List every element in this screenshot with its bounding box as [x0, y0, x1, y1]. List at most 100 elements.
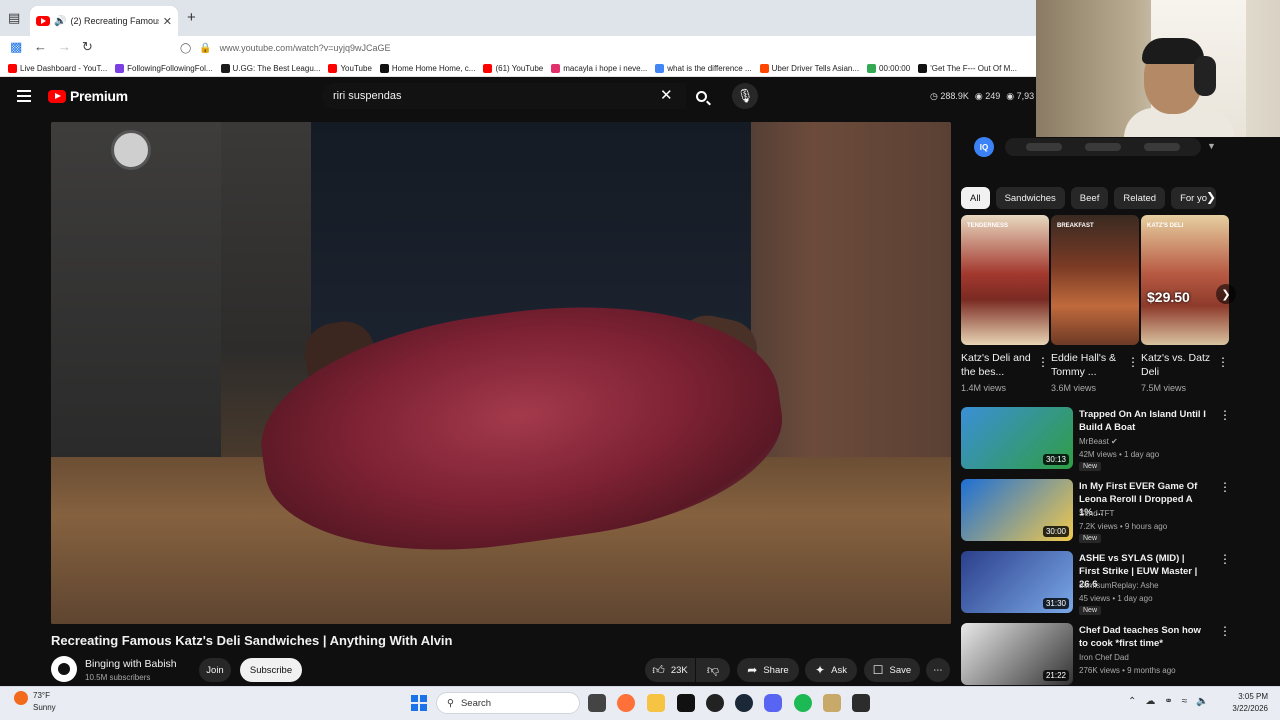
- video-thumbnail[interactable]: 21:22: [961, 623, 1073, 685]
- app-icon[interactable]: [823, 694, 841, 712]
- short-card[interactable]: BREAKFAST Eddie Hall's & Tommy ... 3.6M vi…: [1051, 215, 1139, 393]
- search-input[interactable]: riri suspendas: [322, 83, 686, 109]
- discord-icon[interactable]: [764, 694, 782, 712]
- save-button[interactable]: ☐ Save: [864, 658, 920, 682]
- subscribe-button[interactable]: Subscribe: [240, 658, 302, 682]
- bookmark-item[interactable]: (61) YouTube: [483, 63, 543, 73]
- bookmark-item[interactable]: 00:00:00: [867, 63, 910, 73]
- video-thumbnail[interactable]: 30:00: [961, 479, 1073, 541]
- share-button[interactable]: ➦ Share: [737, 658, 799, 682]
- video-thumbnail[interactable]: 30:13: [961, 407, 1073, 469]
- back-icon[interactable]: ←: [34, 39, 47, 54]
- video-title[interactable]: Chef Dad teaches Son how to cook *first …: [1079, 624, 1207, 650]
- short-thumbnail[interactable]: BREAKFAST: [1051, 215, 1139, 345]
- bookmark-item[interactable]: Live Dashboard - YouT...: [8, 63, 107, 73]
- speaker-icon[interactable]: 🔊: [54, 16, 66, 27]
- filter-chip[interactable]: Beef: [1070, 187, 1109, 209]
- like-button[interactable]: 👍︎ 23K: [645, 658, 695, 682]
- volume-icon[interactable]: 🔈: [1196, 696, 1208, 707]
- windows-start-icon[interactable]: [411, 695, 427, 711]
- bookmark-item[interactable]: U.GG: The Best Leagu...: [220, 63, 320, 73]
- youtube-premium-logo[interactable]: Premium: [48, 88, 128, 104]
- tracking-shield-icon[interactable]: ◯: [180, 43, 191, 54]
- bookmark-item[interactable]: YouTube: [328, 63, 372, 73]
- active-tab[interactable]: 🔊 (2) Recreating Famous Katz ✕: [30, 6, 178, 36]
- weather-temperature[interactable]: 73°F: [33, 691, 50, 700]
- video-menu-icon[interactable]: ⋮: [1219, 480, 1231, 494]
- recommended-video[interactable]: 31:30 ASHE vs SYLAS (MID) | First Strike …: [961, 551, 1231, 617]
- bookmark-item[interactable]: Home Home Home, c...: [379, 63, 475, 73]
- short-menu-icon[interactable]: ⋮: [1217, 355, 1229, 369]
- bookmark-item[interactable]: FollowingFollowingFol...: [115, 63, 213, 73]
- address-bar[interactable]: ◯ 🔒 www.youtube.com/watch?v=uyjq9wJCaGE: [180, 38, 1030, 58]
- weather-description[interactable]: Sunny: [33, 703, 56, 712]
- video-channel[interactable]: Iron Chef Dad: [1079, 653, 1129, 662]
- new-tab-icon[interactable]: +: [187, 9, 196, 26]
- extension-tabs[interactable]: [1005, 138, 1201, 156]
- short-title[interactable]: Eddie Hall's & Tommy ...: [1051, 351, 1123, 379]
- short-title[interactable]: Katz's Deli and the bes...: [961, 351, 1033, 379]
- short-menu-icon[interactable]: ⋮: [1037, 355, 1049, 369]
- chevron-down-icon[interactable]: ▼: [1207, 141, 1216, 151]
- x-app-icon[interactable]: [677, 694, 695, 712]
- short-thumbnail[interactable]: KATZ'S DELI $29.50: [1141, 215, 1229, 345]
- dislike-button[interactable]: 👎︎: [696, 658, 730, 682]
- short-card[interactable]: TENDERNESS Katz's Deli and the bes... 1.4M…: [961, 215, 1049, 393]
- taskbar-search[interactable]: ⚲ Search: [436, 692, 580, 714]
- video-channel[interactable]: domisumReplay: Ashe: [1079, 581, 1159, 590]
- sidebar-toggle-icon[interactable]: ▩: [10, 39, 22, 55]
- spotify-icon[interactable]: [794, 694, 812, 712]
- video-menu-icon[interactable]: ⋮: [1219, 624, 1231, 638]
- join-button[interactable]: Join: [199, 658, 231, 682]
- video-player[interactable]: [51, 122, 951, 624]
- wifi-icon[interactable]: ≈: [1182, 696, 1188, 707]
- weather-icon[interactable]: [14, 691, 28, 705]
- video-thumbnail[interactable]: 31:30: [961, 551, 1073, 613]
- chevron-up-icon[interactable]: ⌃: [1128, 696, 1136, 707]
- filter-chip[interactable]: Sandwiches: [995, 187, 1065, 209]
- channel-avatar[interactable]: [51, 656, 77, 682]
- search-button[interactable]: [686, 83, 716, 109]
- recommended-video[interactable]: 21:22 Chef Dad teaches Son how to cook *f…: [961, 623, 1231, 689]
- filter-chip[interactable]: Related: [1114, 187, 1166, 209]
- video-channel[interactable]: Send TFT: [1079, 509, 1114, 518]
- more-actions-button[interactable]: ⋯: [926, 658, 950, 682]
- short-menu-icon[interactable]: ⋮: [1127, 355, 1139, 369]
- video-menu-icon[interactable]: ⋮: [1219, 408, 1231, 422]
- short-card[interactable]: KATZ'S DELI $29.50 Katz's vs. Datz Deli 7.5…: [1141, 215, 1229, 393]
- bookmark-item[interactable]: Uber Driver Tells Asian...: [759, 63, 859, 73]
- video-menu-icon[interactable]: ⋮: [1219, 552, 1231, 566]
- filter-chip[interactable]: All: [961, 187, 990, 209]
- chips-next-icon[interactable]: ❯: [1206, 190, 1216, 204]
- recommended-video[interactable]: 30:00 In My First EVER Game Of Leona Rero…: [961, 479, 1231, 545]
- app-icon[interactable]: [852, 694, 870, 712]
- microphone-icon[interactable]: ⚭: [1164, 696, 1172, 707]
- channel-name[interactable]: Binging with Babish: [85, 658, 177, 670]
- extension-logo-icon[interactable]: IQ: [974, 137, 994, 157]
- voice-search-button[interactable]: 🎙: [732, 83, 758, 109]
- recommended-video[interactable]: 30:13 Trapped On An Island Until I Build …: [961, 407, 1231, 473]
- close-tab-icon[interactable]: ✕: [163, 15, 172, 28]
- short-thumbnail[interactable]: TENDERNESS: [961, 215, 1049, 345]
- bookmark-item[interactable]: 'Get The F--- Out Of M...: [918, 63, 1017, 73]
- short-title[interactable]: Katz's vs. Datz Deli: [1141, 351, 1213, 379]
- bookmark-item[interactable]: what is the difference ...: [655, 63, 752, 73]
- bookmark-item[interactable]: macayla i hope i neve...: [551, 63, 647, 73]
- reload-icon[interactable]: ↻: [82, 39, 93, 55]
- shorts-next-button[interactable]: ❯: [1216, 284, 1236, 304]
- forward-icon[interactable]: →: [58, 39, 71, 54]
- file-explorer-icon[interactable]: [647, 694, 665, 712]
- steam-icon[interactable]: [735, 694, 753, 712]
- video-channel[interactable]: MrBeast ✔: [1079, 437, 1118, 446]
- menu-icon[interactable]: [17, 90, 31, 102]
- network-icon[interactable]: ☁: [1145, 696, 1155, 707]
- taskbar-clock[interactable]: 3:05 PM 3/22/2026: [1222, 691, 1268, 715]
- firefox-icon[interactable]: [617, 694, 635, 712]
- video-title[interactable]: Trapped On An Island Until I Build A Boa…: [1079, 408, 1207, 434]
- tab-actions-icon[interactable]: ▤: [8, 10, 20, 26]
- task-view-icon[interactable]: [588, 694, 606, 712]
- lock-icon[interactable]: 🔒: [199, 43, 211, 54]
- clear-search-icon[interactable]: ✕: [660, 87, 673, 105]
- obs-icon[interactable]: [706, 694, 724, 712]
- ask-button[interactable]: ✦ Ask: [805, 658, 857, 682]
